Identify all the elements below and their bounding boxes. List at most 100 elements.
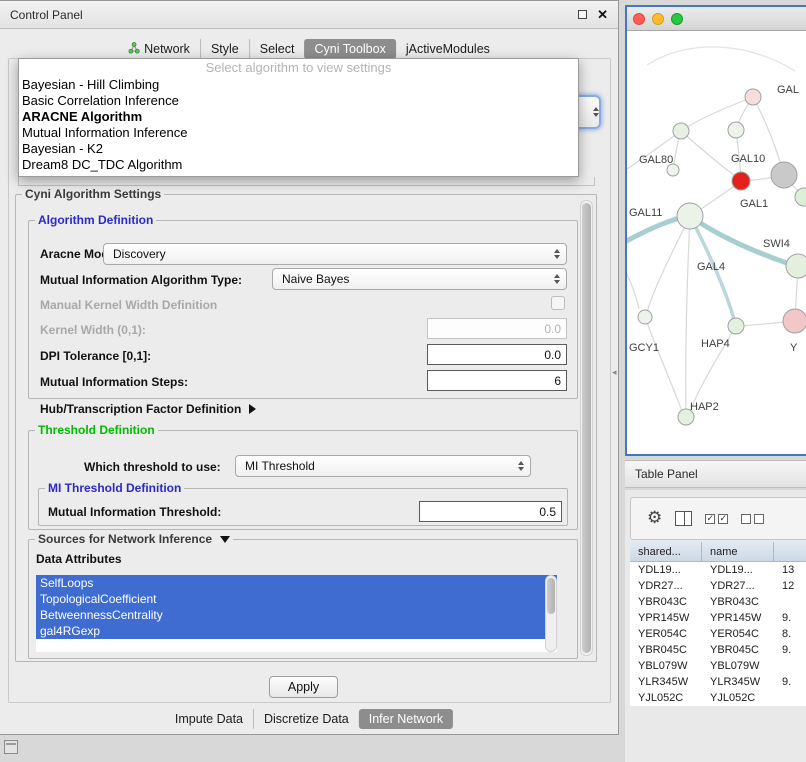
- network-window-titlebar[interactable]: [627, 7, 806, 31]
- mini-panel-icon[interactable]: [4, 740, 18, 754]
- tab-jactivemodules[interactable]: jActiveModules: [396, 39, 500, 59]
- table-cell: YER054C: [630, 626, 702, 642]
- network-node[interactable]: [732, 172, 750, 190]
- settings-scrollbar-thumb[interactable]: [582, 203, 591, 653]
- apply-button-label: Apply: [288, 680, 319, 694]
- attribute-item-betweennesscentrality[interactable]: BetweennessCentrality: [36, 607, 557, 623]
- kernel-width-input[interactable]: [427, 318, 567, 339]
- mi-threshold-label: Mutual Information Threshold:: [48, 505, 221, 519]
- tab-discretize-data[interactable]: Discretize Data: [253, 709, 359, 729]
- screen: Control Panel ✕ Network Style SelectCyni T…: [0, 0, 806, 762]
- network-node[interactable]: [728, 318, 744, 334]
- attribute-item-topologicalcoefficient[interactable]: TopologicalCoefficient: [36, 591, 557, 607]
- hub-definition-section[interactable]: Hub/Transcription Factor Definition: [40, 402, 256, 416]
- control-panel-titlebar[interactable]: Control Panel ✕: [0, 1, 618, 29]
- table-row[interactable]: YBR045CYBR045C9.: [630, 642, 806, 658]
- attributes-scrollbar[interactable]: [545, 575, 557, 652]
- mi-algorithm-type-select[interactable]: Naive Bayes: [272, 268, 567, 290]
- tab-label: Network: [144, 42, 190, 56]
- aracne-mode-select[interactable]: Discovery: [103, 243, 567, 265]
- minimize-traffic-light[interactable]: [652, 13, 664, 25]
- float-window-icon[interactable]: [578, 10, 587, 19]
- attribute-item-selfloops[interactable]: SelfLoops: [36, 575, 557, 591]
- manual-kernel-width-checkbox[interactable]: [551, 296, 565, 310]
- table-cell: YBL079W: [630, 658, 702, 674]
- network-graph[interactable]: GALGAL80GAL10GAL11GAL1SWI4GAL4GCY1HAP4HA…: [627, 31, 806, 454]
- network-node[interactable]: [771, 162, 797, 188]
- control-panel-window: Control Panel ✕ Network Style SelectCyni T…: [0, 0, 619, 735]
- stepper-icon: [512, 461, 524, 471]
- table-row[interactable]: YBR043CYBR043C: [630, 594, 806, 610]
- table-row[interactable]: YLR345WYLR345W9.: [630, 674, 806, 690]
- tab-style[interactable]: Style: [200, 39, 249, 59]
- network-node[interactable]: [728, 122, 744, 138]
- table-row[interactable]: YDL19...YDL19...13: [630, 562, 806, 578]
- tab-label: Impute Data: [175, 712, 243, 726]
- tab-infer-network[interactable]: Infer Network: [359, 709, 453, 729]
- algorithm-option-mutual-information-inference[interactable]: Mutual Information Inference: [19, 125, 578, 141]
- node-label: GCY1: [629, 342, 659, 354]
- which-threshold-value: MI Threshold: [245, 459, 315, 473]
- node-label: GAL10: [731, 153, 765, 165]
- sources-group-title-wrap[interactable]: Sources for Network Inference: [35, 532, 233, 546]
- network-node[interactable]: [745, 89, 761, 105]
- table-row[interactable]: YJL052CYJL052C: [630, 690, 806, 706]
- column-header-shared[interactable]: shared...: [630, 542, 702, 562]
- mi-steps-input[interactable]: [427, 370, 567, 391]
- data-attributes-list[interactable]: SelfLoopsTopologicalCoefficientBetweenne…: [36, 575, 557, 652]
- mi-threshold-input[interactable]: [419, 501, 562, 522]
- network-node[interactable]: [638, 310, 652, 324]
- table-row[interactable]: YDR27...YDR27...12: [630, 578, 806, 594]
- table-panel-titlebar[interactable]: Table Panel: [625, 460, 806, 488]
- tab-cyni-toolbox[interactable]: Cyni Toolbox: [304, 39, 395, 59]
- table-cell: [774, 690, 806, 706]
- network-icon: [128, 42, 140, 57]
- apply-button[interactable]: Apply: [269, 676, 338, 698]
- algorithm-option-bayesian-k2[interactable]: Bayesian - K2: [19, 141, 578, 157]
- table-cell: YDL19...: [702, 562, 774, 578]
- network-node[interactable]: [786, 254, 806, 278]
- algorithm-option-dream8-dc-tdc-algorithm[interactable]: Dream8 DC_TDC Algorithm: [19, 157, 578, 173]
- table-panel: ⚙ ✓ ✓ shared...name YDL19...YDL19...13YD…: [625, 490, 806, 762]
- column-header-name[interactable]: name: [702, 542, 774, 562]
- close-traffic-light[interactable]: [633, 13, 645, 25]
- unchecked-box-icon: [741, 514, 751, 524]
- table-cell: 8.: [774, 626, 806, 642]
- network-node[interactable]: [673, 123, 689, 139]
- tab-label: Style: [211, 42, 239, 56]
- attribute-item-gal4rgexp[interactable]: gal4RGexp: [36, 623, 557, 639]
- network-node[interactable]: [677, 203, 703, 229]
- which-threshold-select[interactable]: MI Threshold: [235, 455, 531, 477]
- network-canvas[interactable]: GALGAL80GAL10GAL11GAL1SWI4GAL4GCY1HAP4HA…: [627, 31, 806, 454]
- table-cell: YDR27...: [702, 578, 774, 594]
- network-edge: [647, 47, 795, 71]
- network-node[interactable]: [795, 188, 806, 206]
- tab-label: jActiveModules: [406, 42, 490, 56]
- algorithm-option-aracne-algorithm[interactable]: ARACNE Algorithm: [19, 109, 578, 125]
- algorithm-option-bayesian-hill-climbing[interactable]: Bayesian - Hill Climbing: [19, 77, 578, 93]
- zoom-traffic-light[interactable]: [671, 13, 683, 25]
- table-row[interactable]: YBL079WYBL079W: [630, 658, 806, 674]
- attributes-scrollbar-thumb[interactable]: [547, 578, 555, 614]
- table-cell: YBL079W: [702, 658, 774, 674]
- tab-network[interactable]: Network: [118, 39, 200, 60]
- tab-select[interactable]: Select: [249, 39, 305, 59]
- table-cell: YPR145W: [630, 610, 702, 626]
- select-all-icon[interactable]: ✓ ✓: [705, 514, 728, 524]
- chevron-down-icon: [220, 536, 230, 543]
- table-row[interactable]: YER054CYER054C8.: [630, 626, 806, 642]
- settings-scrollbar[interactable]: [580, 200, 593, 656]
- network-node[interactable]: [783, 309, 806, 333]
- splitter-collapse-arrow[interactable]: ◂: [612, 367, 617, 378]
- close-icon[interactable]: ✕: [597, 7, 608, 23]
- column-header-extra[interactable]: [774, 542, 806, 562]
- tab-impute-data[interactable]: Impute Data: [165, 709, 253, 729]
- columns-icon[interactable]: [675, 511, 692, 526]
- table-row[interactable]: YPR145WYPR145W9.: [630, 610, 806, 626]
- algorithm-option-basic-correlation-inference[interactable]: Basic Correlation Inference: [19, 93, 578, 109]
- threshold-definition-title: Threshold Definition: [35, 423, 158, 437]
- dpi-tolerance-input[interactable]: [427, 344, 567, 365]
- gear-icon[interactable]: ⚙: [647, 510, 662, 527]
- deselect-all-icon[interactable]: [741, 514, 764, 524]
- network-edge: [627, 263, 639, 309]
